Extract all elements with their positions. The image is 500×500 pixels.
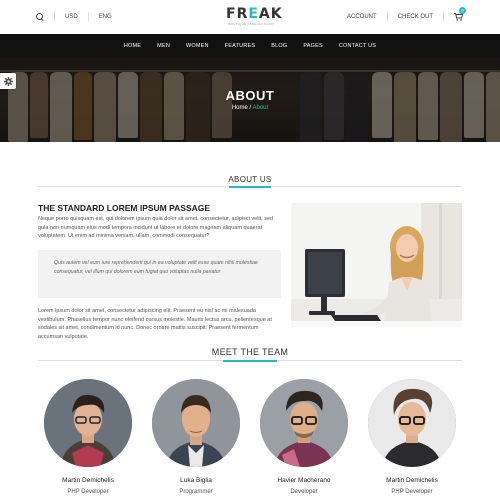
team-member-name: Havier Macherano <box>277 477 331 484</box>
nav-item-women[interactable]: WOMEN <box>186 43 209 49</box>
breadcrumb: Home / About <box>0 105 500 111</box>
nav-item-men[interactable]: MEN <box>157 43 170 49</box>
page-title: ABOUT <box>225 88 275 103</box>
nav-item-home[interactable]: HOME <box>124 43 141 49</box>
breadcrumb-current: About <box>252 105 269 111</box>
team-section-title: MEET THE TEAM <box>211 347 289 357</box>
about-paragraph: Neque porro quisquam est, qui dolorem ip… <box>38 216 274 240</box>
breadcrumb-home[interactable]: Home <box>232 105 248 111</box>
divider <box>54 12 55 21</box>
section-divider-accent <box>229 185 271 188</box>
top-bar: USD ENG FREAK BOUTIQUE FASHION SHOP ACCO… <box>0 0 500 34</box>
team-member-card[interactable]: Havier Macherano Developer <box>260 379 348 495</box>
about-quote-text: Quis autem vel eum iure reprehenderit qu… <box>54 260 258 275</box>
cart-icon <box>454 12 463 21</box>
team-member-role: PHP Developer <box>391 489 433 495</box>
site-logo[interactable]: FREAK BOUTIQUE FASHION SHOP <box>226 6 283 26</box>
avatar <box>260 379 348 467</box>
about-paragraph-2: Lorem ipsum dolor sit amet, consectetur … <box>38 308 272 340</box>
checkout-link[interactable]: CHECK OUT <box>398 14 433 20</box>
divider <box>386 12 388 21</box>
nav-item-pages[interactable]: PAGES <box>303 43 323 49</box>
team-member-role: PHP Developer <box>67 489 109 495</box>
settings-toggle[interactable] <box>0 73 16 89</box>
about-quote: Quis autem vel eum iure reprehenderit qu… <box>38 250 281 298</box>
nav-item-blog[interactable]: BLOG <box>271 43 287 49</box>
search-icon[interactable] <box>36 12 44 21</box>
team-member-name: Martin Demichelis <box>62 477 114 484</box>
team-member-card[interactable]: Martin Demichelis PHP Developer <box>44 379 132 495</box>
logo-tagline: BOUTIQUE FASHION SHOP <box>228 22 274 26</box>
team-member-role: Developer <box>290 489 318 495</box>
team-member-role: Programmer <box>179 489 213 495</box>
currency-selector[interactable]: USD <box>65 14 78 20</box>
team-member-photo <box>44 379 132 467</box>
team-member-name: Martin Demichelis <box>386 477 438 484</box>
language-selector[interactable]: ENG <box>99 14 112 20</box>
avatar <box>152 379 240 467</box>
cart-button[interactable]: 0 <box>454 6 466 21</box>
nav-item-features[interactable]: FEATURES <box>225 43 256 49</box>
about-section-title: ABOUT US <box>228 175 272 184</box>
cart-count-badge: 0 <box>459 6 466 14</box>
about-photo <box>291 203 462 327</box>
top-bar-right: ACCOUNT CHECK OUT 0 <box>347 6 466 21</box>
gear-icon <box>3 76 13 86</box>
nav-item-contact-us[interactable]: CONTACT US <box>339 43 376 49</box>
team-member-card[interactable]: Martin Demichelis PHP Developer <box>368 379 456 495</box>
section-divider <box>38 185 462 188</box>
team-member-name: Luka Biglia <box>180 477 212 484</box>
avatar <box>44 379 132 467</box>
logo-wordmark: FREAK <box>226 6 283 22</box>
avatar <box>368 379 456 467</box>
team-member-photo <box>260 379 348 467</box>
divider <box>443 12 444 21</box>
team-member-card[interactable]: Luka Biglia Programmer <box>152 379 240 495</box>
main-nav: HOME MEN WOMEN FEATURES BLOG PAGES CONTA… <box>0 34 500 58</box>
woman-at-computer-image <box>291 203 462 327</box>
team-member-photo <box>368 379 456 467</box>
divider <box>87 12 89 21</box>
hero-banner: ABOUT Home / About <box>0 58 500 142</box>
about-heading: THE STANDARD LOREM IPSUM PASSAGE <box>38 203 211 213</box>
section-divider <box>38 359 462 362</box>
top-bar-left: USD ENG <box>36 12 112 21</box>
account-link[interactable]: ACCOUNT <box>347 14 377 20</box>
team-member-photo <box>152 379 240 467</box>
section-divider-accent <box>223 359 277 362</box>
